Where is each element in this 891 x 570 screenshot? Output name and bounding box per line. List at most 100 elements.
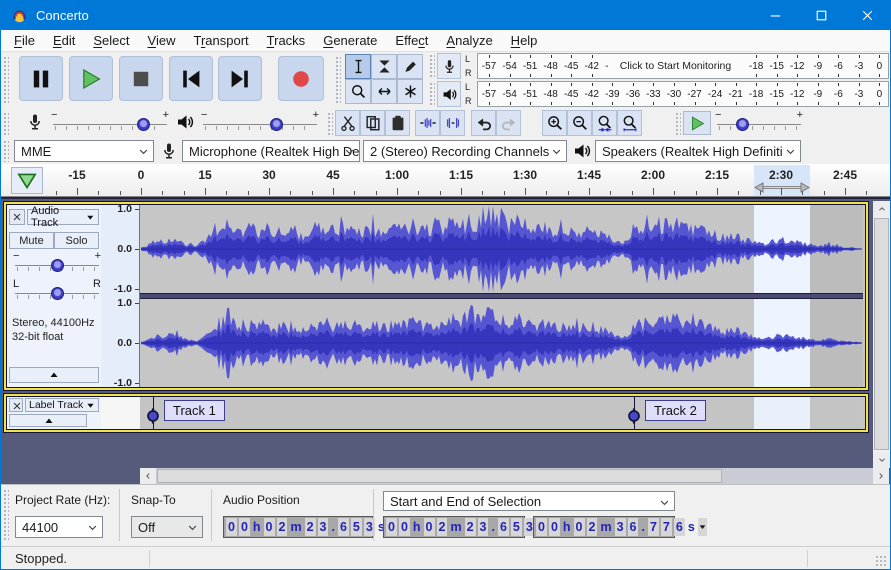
time-digit[interactable]: 2	[276, 518, 288, 536]
audio-track[interactable]: Audio Track Mute Solo − + L R Stereo, 44…	[3, 201, 869, 391]
time-digit[interactable]: 0	[238, 518, 250, 536]
label-area[interactable]: Track 1 Track 2	[140, 397, 863, 429]
time-digit[interactable]: 6	[337, 518, 349, 536]
slider-thumb[interactable]	[136, 118, 150, 131]
audio-host-select[interactable]: MME	[14, 140, 154, 162]
multi-tool-button[interactable]	[397, 79, 423, 104]
pause-button[interactable]	[19, 56, 63, 101]
time-digit[interactable]: 0	[398, 518, 410, 536]
time-separator[interactable]: m	[448, 520, 463, 534]
label-track[interactable]: Label Track Track 1 Track 2	[3, 393, 869, 433]
pan-slider[interactable]: L R	[13, 278, 101, 307]
time-field-dropdown-icon[interactable]	[697, 518, 707, 536]
timeline-ruler[interactable]: -15 0 15 30 45 1:00 1:15 1:30 1:45 2:00 2:15 2:30 2:…	[1, 164, 890, 197]
edit-toolbar-grip[interactable]	[327, 112, 333, 136]
label-marker-icon[interactable]	[625, 407, 643, 425]
tools-toolbar-grip[interactable]	[335, 56, 341, 104]
label-track-menu-button[interactable]: Label Track	[25, 398, 99, 412]
menu-transport[interactable]: Transport	[184, 30, 257, 51]
time-shift-tool-button[interactable]	[371, 79, 397, 104]
time-digit[interactable]: 2	[304, 518, 316, 536]
selection-range-mode-select[interactable]: Start and End of Selection	[383, 491, 675, 511]
time-separator[interactable]: m	[598, 520, 613, 534]
menu-select[interactable]: Select	[84, 30, 138, 51]
redo-button[interactable]	[496, 110, 521, 136]
collapse-track-button[interactable]	[9, 414, 87, 427]
time-digit[interactable]: 6	[497, 518, 509, 536]
time-digit[interactable]: 0	[423, 518, 435, 536]
device-toolbar-grip[interactable]	[3, 140, 9, 162]
recording-volume-slider[interactable]: − +	[51, 109, 169, 136]
trim-audio-button[interactable]	[415, 110, 440, 136]
time-separator[interactable]: .	[639, 520, 646, 534]
waveform-left-channel[interactable]	[140, 205, 863, 293]
titlebar[interactable]: Concerto	[1, 0, 890, 30]
menu-effect[interactable]: Effect	[386, 30, 437, 51]
close-button[interactable]	[844, 0, 890, 30]
play-speed-slider[interactable]: − +	[715, 109, 803, 136]
time-digit[interactable]: 2	[586, 518, 598, 536]
play-meter-button[interactable]	[437, 81, 461, 107]
horizontal-scrollbar[interactable]	[140, 468, 889, 484]
scroll-down-button[interactable]	[873, 452, 890, 468]
selection-tool-button[interactable]	[345, 54, 371, 79]
time-digit[interactable]: 6	[627, 518, 639, 536]
pinned-play-head-button[interactable]	[11, 167, 43, 194]
slider-thumb[interactable]	[50, 287, 64, 300]
paste-button[interactable]	[385, 110, 410, 136]
label-text-box[interactable]: Track 2	[645, 400, 706, 421]
slider-thumb[interactable]	[50, 259, 64, 272]
skip-to-end-button[interactable]	[218, 56, 262, 101]
selection-end-field[interactable]: 00h02m36.776s	[533, 516, 707, 538]
waveform-region[interactable]	[140, 205, 863, 387]
time-separator[interactable]: s	[686, 520, 697, 534]
silence-audio-button[interactable]	[440, 110, 465, 136]
cut-button[interactable]	[335, 110, 360, 136]
label-text-box[interactable]: Track 1	[164, 400, 225, 421]
time-separator[interactable]: m	[288, 520, 303, 534]
time-digit[interactable]: 0	[263, 518, 275, 536]
recording-meter[interactable]: LR -57-54-51-48-45-42-39-36-33-30-27-24-…	[437, 53, 889, 80]
time-digit[interactable]: 3	[614, 518, 626, 536]
record-meter-grip[interactable]	[429, 54, 435, 79]
output-device-select[interactable]: Speakers (Realtek High Definiti	[595, 140, 801, 162]
time-separator[interactable]: .	[329, 520, 336, 534]
vertical-scrollbar[interactable]	[873, 201, 890, 468]
minimize-button[interactable]	[752, 0, 798, 30]
scroll-right-button[interactable]	[873, 468, 889, 484]
playback-volume-slider[interactable]: − +	[201, 109, 319, 136]
record-button[interactable]	[278, 56, 324, 101]
audio-position-field[interactable]: 00h02m23.653s	[223, 516, 397, 538]
stop-button[interactable]	[119, 56, 163, 101]
undo-button[interactable]	[471, 110, 496, 136]
time-digit[interactable]: 5	[350, 518, 362, 536]
scroll-up-button[interactable]	[873, 201, 890, 217]
zoom-out-button[interactable]	[567, 110, 592, 136]
play-at-speed-grip[interactable]	[675, 112, 681, 136]
time-separator[interactable]: h	[251, 520, 263, 534]
selection-start-field[interactable]: 00h02m23.653s	[383, 516, 557, 538]
collapse-track-button[interactable]	[9, 367, 99, 383]
time-digit[interactable]: 0	[548, 518, 560, 536]
time-digit[interactable]: 0	[573, 518, 585, 536]
snap-to-select[interactable]: Off	[131, 516, 203, 538]
fit-project-button[interactable]	[617, 110, 642, 136]
menu-edit[interactable]: Edit	[44, 30, 84, 51]
record-meter-button[interactable]	[437, 53, 461, 79]
time-digit[interactable]: 6	[673, 518, 685, 536]
scroll-left-button[interactable]	[140, 468, 156, 484]
menu-view[interactable]: View	[139, 30, 185, 51]
time-digit[interactable]: 0	[536, 518, 547, 536]
zoom-in-button[interactable]	[542, 110, 567, 136]
vertical-ruler[interactable]: 1.0 0.0 -1.0 1.0 0.0 -1.0	[101, 203, 140, 389]
solo-button[interactable]: Solo	[54, 232, 99, 249]
slider-thumb[interactable]	[269, 118, 283, 131]
time-separator[interactable]: h	[411, 520, 423, 534]
audio-track-menu-button[interactable]: Audio Track	[27, 205, 99, 229]
mixer-toolbar-grip[interactable]	[3, 112, 9, 136]
time-digit[interactable]: 0	[386, 518, 397, 536]
close-track-button[interactable]	[9, 398, 23, 412]
skip-to-start-button[interactable]	[169, 56, 213, 101]
time-digit[interactable]: 7	[660, 518, 672, 536]
menu-analyze[interactable]: Analyze	[437, 30, 501, 51]
